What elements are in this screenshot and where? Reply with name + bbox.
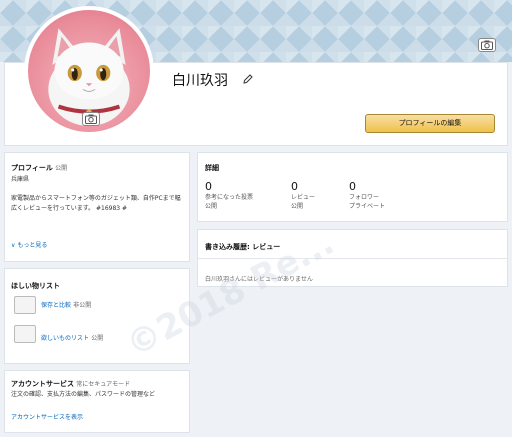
stat-value: 0 xyxy=(205,180,212,193)
see-more-link[interactable]: ∨ もっと見る xyxy=(11,240,47,249)
profile-card: プロフィール 公開 兵庫県 家電製品からスマートフォン等のガジェット類、自作PC… xyxy=(4,152,190,262)
stat-sub: 公開 xyxy=(205,203,218,210)
profile-title: プロフィール xyxy=(11,164,53,172)
details-card: 詳細 0 参考になった投票 公開 0 レビュー 公開 0 フォロワー プライベー… xyxy=(197,152,508,222)
camera-icon xyxy=(85,114,97,124)
activity-title: 書き込み履歴: レビュー xyxy=(205,243,281,251)
stat-value: 0 xyxy=(349,180,356,193)
wishlist-item-label[interactable]: 欲しいものリスト xyxy=(41,335,89,342)
wishlist-item-label[interactable]: 保存と比較 xyxy=(41,302,71,309)
activity-card: 書き込み履歴: レビュー 白川玖羽さんにはレビューがありません xyxy=(197,229,508,287)
see-more-label: もっと見る xyxy=(17,242,48,249)
stat-label: レビュー xyxy=(291,194,316,201)
user-name: 白川玖羽 xyxy=(172,73,228,89)
stat-followers: 0 フォロワー プライベート xyxy=(349,180,385,211)
stat-sub: プライベート xyxy=(349,203,386,210)
profile-location: 兵庫県 xyxy=(11,176,30,183)
account-services-link[interactable]: アカウントサービスを表示 xyxy=(11,412,83,421)
list-thumbnail-icon xyxy=(14,296,36,314)
account-card: アカウントサービス 常にセキュアモード 注文の確認、支払方法の編集、パスワードの… xyxy=(4,370,190,433)
activity-empty-message: 白川玖羽さんにはレビューがありません xyxy=(205,276,313,283)
wishlist-item-visibility: 非公開 xyxy=(73,302,92,309)
stat-label: 参考になった投票 xyxy=(205,194,254,201)
wishlist-title: ほしい物リスト xyxy=(11,282,60,290)
stat-reviews: 0 レビュー 公開 xyxy=(291,180,315,211)
camera-icon xyxy=(481,40,493,50)
details-title: 詳細 xyxy=(205,164,219,172)
stat-value: 0 xyxy=(291,180,298,193)
avatar-camera-button[interactable] xyxy=(82,112,100,126)
profile-bio: 家電製品からスマートフォン等のガジェット類、自作PCまで幅広くレビューを行ってい… xyxy=(11,195,181,212)
account-description: 注文の確認、支払方法の編集、パスワードの管理など xyxy=(11,391,156,398)
list-thumbnail-icon xyxy=(14,325,36,343)
account-title: アカウントサービス xyxy=(11,380,74,388)
profile-visibility: 公開 xyxy=(55,165,68,172)
account-tagline: 常にセキュアモード xyxy=(76,381,131,388)
wishlist-card: ほしい物リスト 保存と比較 非公開 欲しいものリスト 公開 xyxy=(4,268,190,364)
wishlist-item-visibility: 公開 xyxy=(91,335,104,342)
banner-camera-button[interactable] xyxy=(478,38,496,52)
pencil-icon[interactable] xyxy=(243,74,253,84)
stat-label: フォロワー xyxy=(349,194,380,201)
stat-sub: 公開 xyxy=(291,203,304,210)
wishlist-item[interactable]: 欲しいものリスト 公開 xyxy=(41,333,103,342)
edit-profile-button[interactable]: プロフィールの編集 xyxy=(365,114,495,133)
activity-divider xyxy=(198,258,507,259)
stat-helpful-votes: 0 参考になった投票 公開 xyxy=(205,180,253,211)
wishlist-item[interactable]: 保存と比較 非公開 xyxy=(41,300,91,309)
